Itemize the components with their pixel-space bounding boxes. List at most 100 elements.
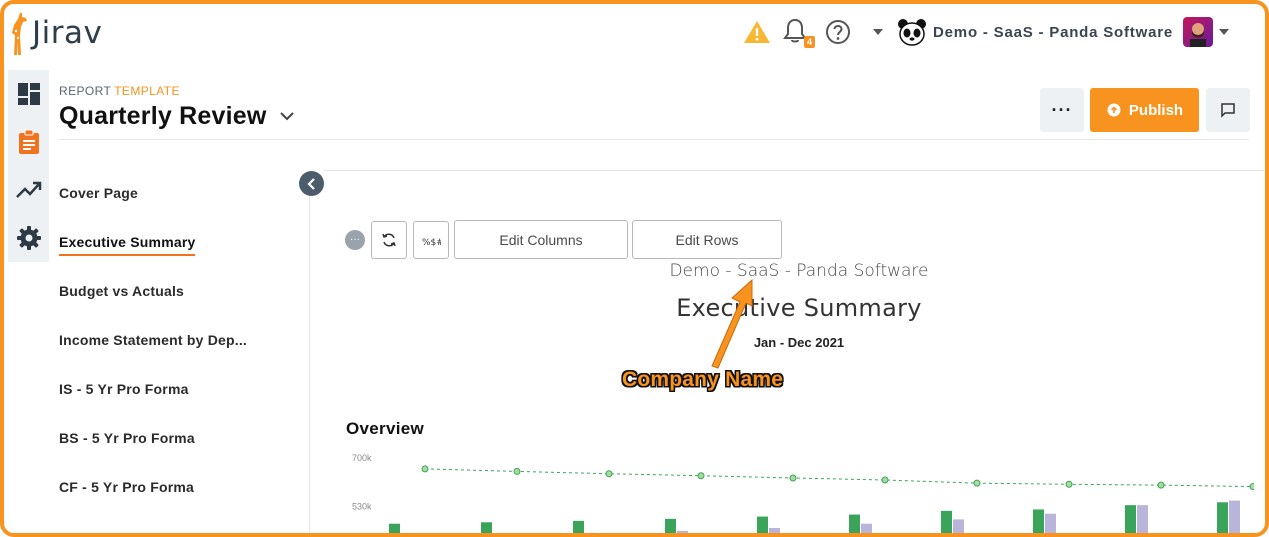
y-tick-label: 530k [352, 502, 372, 512]
dashboard-icon [17, 83, 40, 105]
top-right-controls: 4 Demo - SaaS - Panda Software [731, 14, 1229, 50]
user-avatar[interactable] [1183, 17, 1213, 47]
help-icon[interactable] [825, 19, 851, 45]
jirav-logo[interactable]: Jirav [8, 10, 102, 56]
chart-bar-secondary[interactable] [769, 528, 780, 537]
y-tick-label: 700k [352, 453, 372, 463]
chart-line-point[interactable] [1249, 483, 1254, 491]
chart-bar-primary[interactable] [1033, 509, 1044, 537]
notifications-button[interactable]: 4 [783, 18, 816, 48]
gear-icon [16, 226, 41, 250]
header-actions: ··· Publish [1040, 88, 1250, 132]
section-options-button[interactable]: ··· [345, 229, 365, 250]
report-title: Executive Summary [676, 294, 922, 322]
rail-dashboard[interactable] [8, 70, 49, 118]
chart-line-point[interactable] [421, 465, 429, 473]
cloud-upload-icon [1107, 103, 1121, 117]
page-title: Quarterly Review [59, 102, 267, 130]
chevron-down-icon[interactable] [280, 112, 295, 121]
notifications-badge: 4 [804, 36, 816, 48]
more-options-button[interactable]: ··· [1040, 88, 1084, 132]
chart-line-point[interactable] [881, 476, 889, 484]
nav-item-cf-pro-forma[interactable]: CF - 5 Yr Pro Forma [59, 463, 304, 512]
overview-title: Overview [346, 419, 425, 438]
rail-settings[interactable] [8, 214, 49, 262]
chart-bar-primary[interactable] [849, 514, 860, 537]
chart-bar-secondary[interactable] [1229, 500, 1240, 537]
help-dropdown-caret-icon[interactable] [873, 29, 884, 35]
nav-item-label: Income Statement by Dep... [59, 332, 248, 348]
nav-item-label: Budget vs Actuals [59, 283, 185, 299]
report-company-name: Demo - SaaS - Panda Software [669, 261, 929, 281]
app-frame: Jirav 4 Demo - SaaS - Panda Software REP… [0, 0, 1269, 537]
chart-line-point[interactable] [697, 472, 705, 480]
chart-trend-line [424, 468, 1254, 490]
chart-line-point[interactable] [513, 467, 521, 475]
chart-line-point[interactable] [605, 470, 613, 478]
format-glyphs: %$# [422, 238, 441, 248]
chart-bar-primary[interactable] [481, 522, 492, 537]
user-avatar-icon [1190, 23, 1206, 47]
comments-button[interactable] [1206, 88, 1250, 132]
annotation-arrow-icon [711, 278, 753, 369]
nav-item-label: IS - 5 Yr Pro Forma [59, 381, 189, 397]
collapse-sidebar-button[interactable] [299, 171, 324, 196]
chart-bar-primary[interactable] [665, 518, 676, 537]
percent-dollar-hash-icon: %$# [422, 238, 441, 248]
nav-item-bs-pro-forma[interactable]: BS - 5 Yr Pro Forma [59, 414, 304, 463]
chart-bar-primary[interactable] [1125, 505, 1136, 537]
warning-icon[interactable] [743, 20, 771, 44]
nav-item-label: Cover Page [59, 185, 139, 201]
chart-bar-secondary[interactable] [585, 532, 596, 537]
kicker-report: REPORT [59, 84, 112, 98]
report-period: Jan - Dec 2021 [753, 335, 845, 350]
top-bar: Jirav 4 Demo - SaaS - Panda Software [4, 4, 1265, 62]
rail-reports[interactable] [8, 118, 49, 166]
chart-bar-secondary[interactable] [861, 523, 872, 537]
nav-item-executive-summary[interactable]: Executive Summary [59, 218, 304, 267]
rail-trends[interactable] [8, 166, 49, 214]
section-nav: Cover Page Executive Summary Budget vs A… [59, 169, 304, 512]
nav-item-label: CF - 5 Yr Pro Forma [59, 479, 195, 495]
nav-item-is-pro-forma[interactable]: IS - 5 Yr Pro Forma [59, 365, 304, 414]
publish-button[interactable]: Publish [1090, 88, 1199, 132]
overview-chart: 700k 530k [352, 453, 1254, 537]
chart-line-point[interactable] [973, 479, 981, 487]
refresh-icon [382, 232, 396, 247]
chart-line-point[interactable] [789, 474, 797, 482]
publish-label: Publish [1128, 101, 1184, 119]
report-header: REPORT TEMPLATE Quarterly Review ··· Publ… [59, 84, 1250, 140]
giraffe-logo-icon [12, 13, 27, 55]
company-selector[interactable]: Demo - SaaS - Panda Software [897, 17, 1229, 47]
chart-bar-secondary[interactable] [1137, 505, 1148, 537]
chart-bar-secondary[interactable] [1045, 513, 1056, 537]
chevron-left-icon [306, 177, 315, 190]
trending-up-icon [15, 181, 41, 198]
kicker-template: TEMPLATE [114, 84, 180, 98]
chart-bar-primary[interactable] [573, 520, 584, 537]
edit-columns-button[interactable]: Edit Columns [454, 220, 628, 259]
chart-bar-primary[interactable] [757, 516, 768, 537]
chart-bar-secondary[interactable] [953, 519, 964, 537]
edit-rows-button[interactable]: Edit Rows [632, 220, 782, 259]
chart-bar-primary[interactable] [1217, 502, 1228, 537]
sidebar-divider [309, 184, 310, 533]
comment-icon [1221, 103, 1235, 118]
nav-item-label: Executive Summary [59, 233, 196, 256]
chart-bar-primary[interactable] [389, 523, 400, 537]
nav-item-income-statement[interactable]: Income Statement by Dep... [59, 316, 304, 365]
content-top-border [324, 170, 1264, 171]
account-dropdown-caret-icon[interactable] [1219, 29, 1229, 35]
nav-item-budget-vs-actuals[interactable]: Budget vs Actuals [59, 267, 304, 316]
nav-item-cover-page[interactable]: Cover Page [59, 169, 304, 218]
panda-icon [898, 19, 927, 46]
chart-bar-primary[interactable] [941, 510, 952, 537]
nav-item-label: BS - 5 Yr Pro Forma [59, 430, 195, 446]
clipboard-icon [18, 129, 39, 154]
number-format-button[interactable]: %$# [413, 220, 449, 259]
chart-line-point[interactable] [1065, 480, 1073, 488]
refresh-button[interactable] [371, 220, 407, 259]
chart-bar-secondary[interactable] [677, 530, 688, 537]
chart-line-point[interactable] [1157, 481, 1165, 489]
section-toolbar: ··· %$# Edit Columns Edit Rows [345, 220, 782, 259]
